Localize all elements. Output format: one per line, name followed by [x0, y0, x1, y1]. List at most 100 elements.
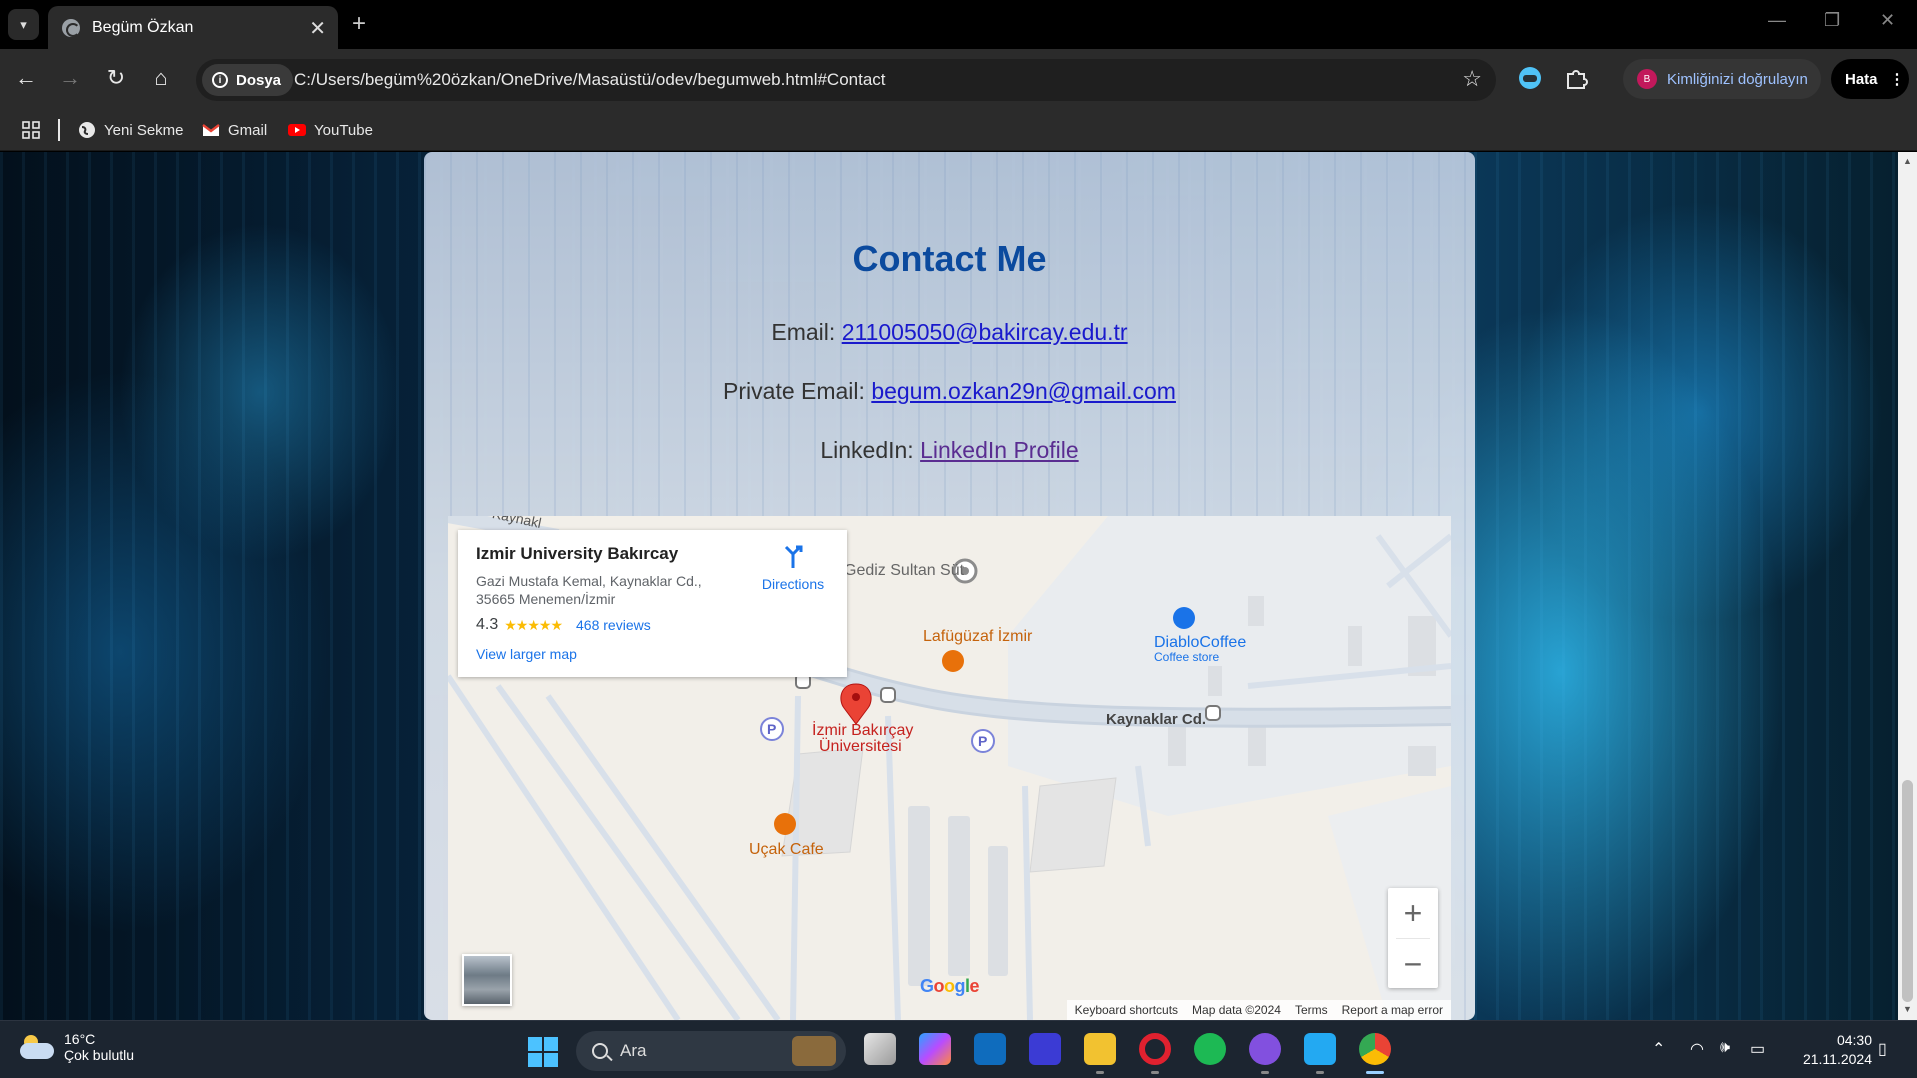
place-rating: 4.3 ★★★★★ 468 reviews	[476, 616, 651, 634]
zoom-control: + −	[1388, 888, 1438, 988]
place-address: Gazi Mustafa Kemal, Kaynaklar Cd., 35665…	[476, 573, 702, 607]
restore-icon[interactable]: ❐	[1824, 10, 1840, 31]
contact-section: Contact Me Email: 211005050@bakircay.edu…	[424, 152, 1475, 1020]
private-email-label: Private Email:	[723, 378, 872, 404]
map-label-diablo-sub: Coffee store	[1154, 650, 1220, 664]
scrollbar-thumb[interactable]	[1902, 780, 1913, 1002]
parking-icon: P	[767, 721, 777, 737]
apps-icon[interactable]	[22, 121, 40, 139]
chrome-icon[interactable]	[1359, 1033, 1391, 1065]
weather-temperature: 16°C	[64, 1031, 96, 1047]
star-rating-icon: ★★★★★	[504, 616, 563, 633]
forward-icon[interactable]: →	[56, 65, 84, 91]
scroll-down-icon[interactable]: ▼	[1903, 1004, 1912, 1014]
email-line: Email: 211005050@bakircay.edu.tr	[424, 319, 1475, 346]
weather-widget[interactable]: 16°C Çok bulutlu	[20, 1031, 134, 1063]
running-indicator	[1366, 1071, 1384, 1074]
new-tab-button[interactable]: +	[352, 10, 366, 38]
bookmark-new-tab[interactable]: Yeni Sekme	[78, 121, 184, 139]
linkedin-link[interactable]: LinkedIn Profile	[920, 437, 1079, 463]
bookmark-star-icon[interactable]: ☆	[1462, 66, 1482, 92]
tab-search-button[interactable]: ▾	[8, 9, 39, 40]
place-name: Izmir University Bakırcay	[476, 544, 679, 563]
map-label-ucak[interactable]: Uçak Cafe	[749, 841, 824, 859]
system-clock[interactable]: 04:30 21.11.2024	[1792, 1031, 1872, 1069]
chevron-down-icon: ▾	[20, 16, 27, 32]
file-explorer-icon[interactable]	[1084, 1033, 1116, 1065]
windows-start-icon[interactable]	[528, 1037, 558, 1067]
copilot-icon[interactable]	[919, 1033, 951, 1065]
profile-label: Kimliğinizi doğrulayın	[1667, 70, 1808, 88]
volume-icon[interactable]: 🕪	[1720, 1039, 1730, 1057]
map-label-gediz[interactable]: Gediz Sultan Süt	[844, 562, 964, 580]
street-view-thumbnail[interactable]	[462, 954, 512, 1006]
report-error-link[interactable]: Report a map error	[1342, 1003, 1443, 1017]
zoom-in-button[interactable]: +	[1388, 888, 1438, 938]
minimize-icon[interactable]: —	[1768, 10, 1786, 31]
close-icon[interactable]: ✕	[309, 16, 326, 41]
embedded-map[interactable]: Kaynakl Gediz Sultan Süt Lafügüzaf İzmir…	[448, 516, 1451, 1020]
taskbar-search[interactable]: Ara	[576, 1031, 846, 1071]
email-link[interactable]: 211005050@bakircay.edu.tr	[842, 319, 1128, 345]
bookmark-label: YouTube	[314, 121, 373, 139]
taskbar: 16°C Çok bulutlu Ara ⌃ ◠ 🕪 ▭ 04:30 21.11…	[0, 1020, 1917, 1078]
google-logo: Google	[920, 976, 980, 996]
reviews-link[interactable]: 468 reviews	[576, 617, 651, 633]
view-larger-map-link[interactable]: View larger map	[476, 646, 577, 662]
private-email-link[interactable]: begum.ozkan29n@gmail.com	[871, 378, 1176, 404]
extension-game-icon[interactable]	[1516, 64, 1544, 92]
back-icon[interactable]: ←	[12, 65, 40, 91]
clock-time: 04:30	[1836, 1032, 1872, 1048]
running-indicator	[1316, 1071, 1324, 1074]
tab-bar: ▾ Begüm Özkan ✕ + — ❐ ✕	[0, 0, 1917, 49]
chevron-up-icon[interactable]: ⌃	[1652, 1039, 1665, 1059]
battery-icon[interactable]: ▭	[1750, 1039, 1765, 1059]
mail-icon[interactable]	[974, 1033, 1006, 1065]
terms-link[interactable]: Terms	[1295, 1003, 1328, 1017]
rating-value: 4.3	[476, 616, 499, 633]
bookmark-gmail[interactable]: Gmail	[202, 121, 267, 139]
bookmark-youtube[interactable]: YouTube	[288, 121, 373, 139]
email-label: Email:	[771, 319, 842, 345]
running-indicator	[1261, 1071, 1269, 1074]
browser-toolbar: ← → ↻ ⌂ i Dosya C:/Users/begüm%20özkan/O…	[0, 49, 1917, 109]
scroll-up-icon[interactable]: ▲	[1903, 156, 1912, 166]
directions-button[interactable]: Directions	[748, 544, 838, 592]
keyboard-shortcuts-link[interactable]: Keyboard shortcuts	[1075, 1003, 1178, 1017]
directions-label: Directions	[761, 576, 825, 592]
profile-button[interactable]: B Kimliğinizi doğrulayın	[1623, 59, 1821, 99]
map-label-kaynaklar: Kaynaklar Cd.	[1106, 711, 1207, 728]
tab-active[interactable]: Begüm Özkan ✕	[48, 6, 338, 49]
whiteboard-icon[interactable]	[1029, 1033, 1061, 1065]
vscode-icon[interactable]	[1304, 1033, 1336, 1065]
search-icon	[592, 1043, 608, 1059]
opera-icon[interactable]	[1139, 1033, 1171, 1065]
bookmark-divider	[58, 119, 60, 141]
reload-icon[interactable]: ↻	[102, 65, 130, 91]
linkedin-label: LinkedIn:	[820, 437, 921, 463]
globe-icon	[79, 122, 95, 138]
spotify-icon[interactable]	[1194, 1033, 1226, 1065]
cloud-sun-icon	[20, 1035, 54, 1059]
map-label-lafuguzaf[interactable]: Lafügüzaf İzmir	[923, 628, 1032, 646]
puzzle-icon[interactable]	[1562, 64, 1590, 92]
avatar: B	[1637, 69, 1657, 89]
private-email-line: Private Email: begum.ozkan29n@gmail.com	[424, 378, 1475, 405]
window-close-icon[interactable]: ✕	[1880, 10, 1895, 31]
wifi-icon[interactable]: ◠	[1690, 1039, 1704, 1059]
page-scrollbar[interactable]: ▲ ▼	[1898, 152, 1917, 1020]
github-icon[interactable]	[1249, 1033, 1281, 1065]
search-placeholder: Ara	[620, 1041, 647, 1060]
linkedin-line: LinkedIn: LinkedIn Profile	[424, 437, 1475, 464]
error-menu-button[interactable]: Hata ⋮	[1831, 59, 1909, 99]
notification-icon[interactable]: ▯	[1878, 1039, 1887, 1059]
url-text[interactable]: C:/Users/begüm%20özkan/OneDrive/Masaüstü…	[294, 70, 886, 90]
security-label: Dosya	[236, 71, 282, 89]
site-info-chip[interactable]: i Dosya	[202, 64, 294, 96]
directions-icon	[784, 545, 803, 568]
zoom-out-button[interactable]: −	[1388, 939, 1438, 989]
address-bar[interactable]: i Dosya C:/Users/begüm%20özkan/OneDrive/…	[196, 59, 1496, 101]
task-view-icon[interactable]	[864, 1033, 896, 1065]
running-indicator	[1151, 1071, 1159, 1074]
home-icon[interactable]: ⌂	[147, 65, 175, 91]
